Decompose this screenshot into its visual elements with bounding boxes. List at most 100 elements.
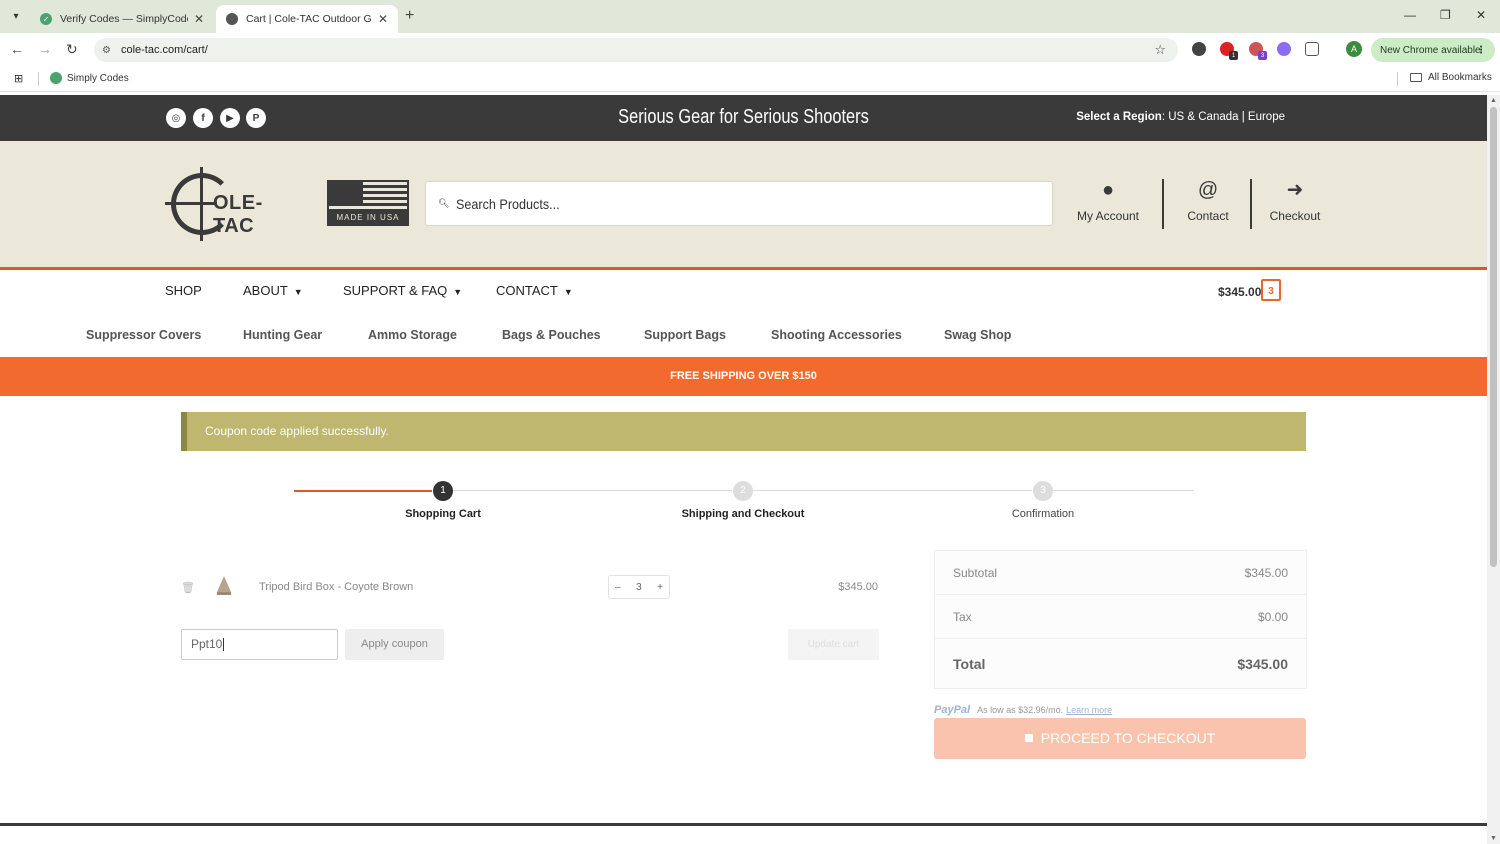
step-3-label: Confirmation (1011, 508, 1075, 520)
all-bookmarks-button[interactable]: All Bookmarks (1410, 72, 1492, 83)
extension-red-icon[interactable]: 1 (1220, 42, 1238, 60)
top-bar: ◎ f ▶ P Serious Gear for Serious Shooter… (0, 95, 1487, 141)
quantity-stepper[interactable]: – 3 + (608, 575, 670, 599)
extension-icon[interactable] (1192, 42, 1206, 56)
all-bookmarks-label: All Bookmarks (1428, 72, 1492, 83)
category-hunting-gear[interactable]: Hunting Gear (243, 328, 322, 342)
step-1-label: Shopping Cart (405, 508, 481, 520)
header-divider (1162, 179, 1164, 229)
reload-icon[interactable]: ↻ (66, 41, 78, 58)
nav-contact[interactable]: CONTACT ▼ (496, 283, 573, 298)
contact-link[interactable]: @ Contact (1183, 177, 1233, 223)
nav-label: ABOUT (243, 283, 288, 298)
header-divider (1250, 179, 1252, 229)
search-icon: 🔍︎ (438, 198, 450, 208)
product-thumbnail[interactable] (217, 576, 231, 596)
coupon-code-input[interactable]: Ppt10 (181, 629, 338, 660)
region-options[interactable]: : US & Canada | Europe (1162, 111, 1285, 123)
new-chrome-available-button[interactable]: New Chrome available ⋮ (1371, 38, 1495, 62)
nav-about[interactable]: ABOUT ▼ (243, 283, 303, 298)
nav-shop[interactable]: SHOP (165, 283, 202, 298)
extensions-puzzle-icon[interactable] (1305, 42, 1319, 56)
address-bar[interactable]: ⚙ cole-tac.com/cart/ ☆ (94, 38, 1178, 62)
category-suppressor-covers[interactable]: Suppressor Covers (86, 328, 201, 342)
remove-item-icon[interactable]: 🗑︎ (181, 581, 195, 594)
step-line (1052, 490, 1194, 491)
region-selector[interactable]: Select a Region: US & Canada | Europe (1076, 111, 1285, 123)
extension-cookie-icon[interactable]: 3 (1249, 42, 1267, 60)
category-shooting-accessories[interactable]: Shooting Accessories (771, 328, 902, 342)
bookmarks-bar: ⊞ Simply Codes All Bookmarks (0, 66, 1500, 92)
step-line (452, 490, 732, 491)
made-in-usa-text: MADE IN USA (329, 212, 407, 224)
cart-total[interactable]: $345.00 (1218, 285, 1261, 299)
browser-tab-simplycodes[interactable]: ✓ Verify Codes — SimplyCodes ✕ (30, 5, 214, 33)
paypal-pay-later-message: PayPal As low as $32.96/mo. Learn more (934, 704, 1112, 716)
scrollbar-thumb[interactable] (1490, 107, 1497, 567)
proceed-to-checkout-button[interactable]: PROCEED TO CHECKOUT (934, 718, 1306, 759)
my-account-link[interactable]: ● My Account (1076, 177, 1140, 223)
lock-icon (1024, 734, 1033, 742)
new-tab-icon[interactable]: + (405, 7, 414, 25)
user-icon: ● (1101, 179, 1115, 201)
total-value: $345.00 (1237, 656, 1288, 672)
browser-tab-coletac[interactable]: Cart | Cole-TAC Outdoor Gear ✕ (216, 5, 398, 33)
minimize-icon[interactable]: — (1404, 8, 1416, 22)
category-support-bags[interactable]: Support Bags (644, 328, 726, 342)
window-close-icon[interactable]: ✕ (1476, 8, 1486, 22)
checkout-link[interactable]: ➜ Checkout (1267, 177, 1323, 223)
tab-title: Verify Codes — SimplyCodes (60, 13, 188, 25)
category-ammo-storage[interactable]: Ammo Storage (368, 328, 457, 342)
step-2-label: Shipping and Checkout (681, 508, 805, 520)
logo-text: OLE-TAC (213, 192, 263, 237)
page-scrollbar[interactable]: ▲ ▼ (1487, 95, 1500, 844)
site-info-icon[interactable]: ⚙ (102, 45, 111, 56)
tab-search-chevron-icon[interactable]: ▾ (6, 7, 26, 25)
apply-coupon-button[interactable]: Apply coupon (345, 629, 444, 660)
step-3-dot: 3 (1033, 481, 1053, 501)
region-label: Select a Region (1076, 111, 1162, 123)
apps-grid-icon[interactable]: ⊞ (14, 72, 23, 85)
arrow-circle-icon: ➜ (1286, 179, 1304, 201)
coupon-value: Ppt10 (191, 637, 223, 651)
restore-icon[interactable]: ❐ (1440, 8, 1451, 22)
folder-icon (1410, 73, 1422, 82)
cart-item-row: 🗑︎ Tripod Bird Box - Coyote Brown – 3 + … (181, 573, 881, 603)
main-nav: SHOP ABOUT ▼ SUPPORT & FAQ ▼ CONTACT ▼ $345… (0, 267, 1487, 313)
subtotal-row: Subtotal $345.00 (935, 551, 1306, 595)
cart-bag-icon[interactable]: 3 (1261, 279, 1281, 301)
site-header: OLE-TAC MADE IN USA 🔍︎ Search Products..… (0, 141, 1487, 267)
total-label: Total (953, 656, 986, 672)
coupon-success-notice: Coupon code applied successfully. (181, 412, 1306, 451)
cole-tac-logo[interactable]: OLE-TAC (165, 167, 297, 243)
simplycodes-favicon-icon: ✓ (40, 13, 52, 25)
back-icon[interactable]: ← (10, 41, 24, 57)
text-cursor (223, 638, 225, 652)
product-name-link[interactable]: Tripod Bird Box - Coyote Brown (259, 581, 413, 593)
bookmark-label: Simply Codes (67, 72, 129, 84)
step-1-dot: 1 (433, 481, 453, 501)
nav-support-faq[interactable]: SUPPORT & FAQ ▼ (343, 283, 462, 298)
quantity-value[interactable]: 3 (636, 582, 642, 593)
paypal-learn-more-link[interactable]: Learn more (1066, 705, 1112, 715)
scroll-down-icon[interactable]: ▼ (1490, 835, 1497, 842)
checkout-label: Checkout (1269, 209, 1321, 223)
total-row: Total $345.00 (935, 639, 1306, 689)
close-tab-icon[interactable]: ✕ (194, 12, 204, 26)
search-input[interactable]: 🔍︎ Search Products... (425, 181, 1053, 226)
forward-icon[interactable]: → (38, 41, 52, 57)
bookmark-simply-codes[interactable]: Simply Codes (50, 72, 129, 84)
decrease-qty-button[interactable]: – (615, 582, 621, 593)
update-cart-button[interactable]: Update cart (788, 629, 879, 660)
category-bags-pouches[interactable]: Bags & Pouches (502, 328, 601, 342)
extension-purple-icon[interactable] (1277, 42, 1291, 56)
category-swag-shop[interactable]: Swag Shop (944, 328, 1011, 342)
close-tab-icon[interactable]: ✕ (378, 12, 388, 26)
increase-qty-button[interactable]: + (657, 582, 663, 593)
chevron-down-icon: ▼ (293, 287, 303, 297)
bookmark-star-icon[interactable]: ☆ (1154, 42, 1166, 58)
profile-avatar[interactable]: A (1346, 41, 1362, 57)
subtotal-label: Subtotal (953, 566, 998, 580)
new-chrome-label: New Chrome available (1380, 44, 1481, 56)
scroll-up-icon[interactable]: ▲ (1490, 97, 1497, 104)
